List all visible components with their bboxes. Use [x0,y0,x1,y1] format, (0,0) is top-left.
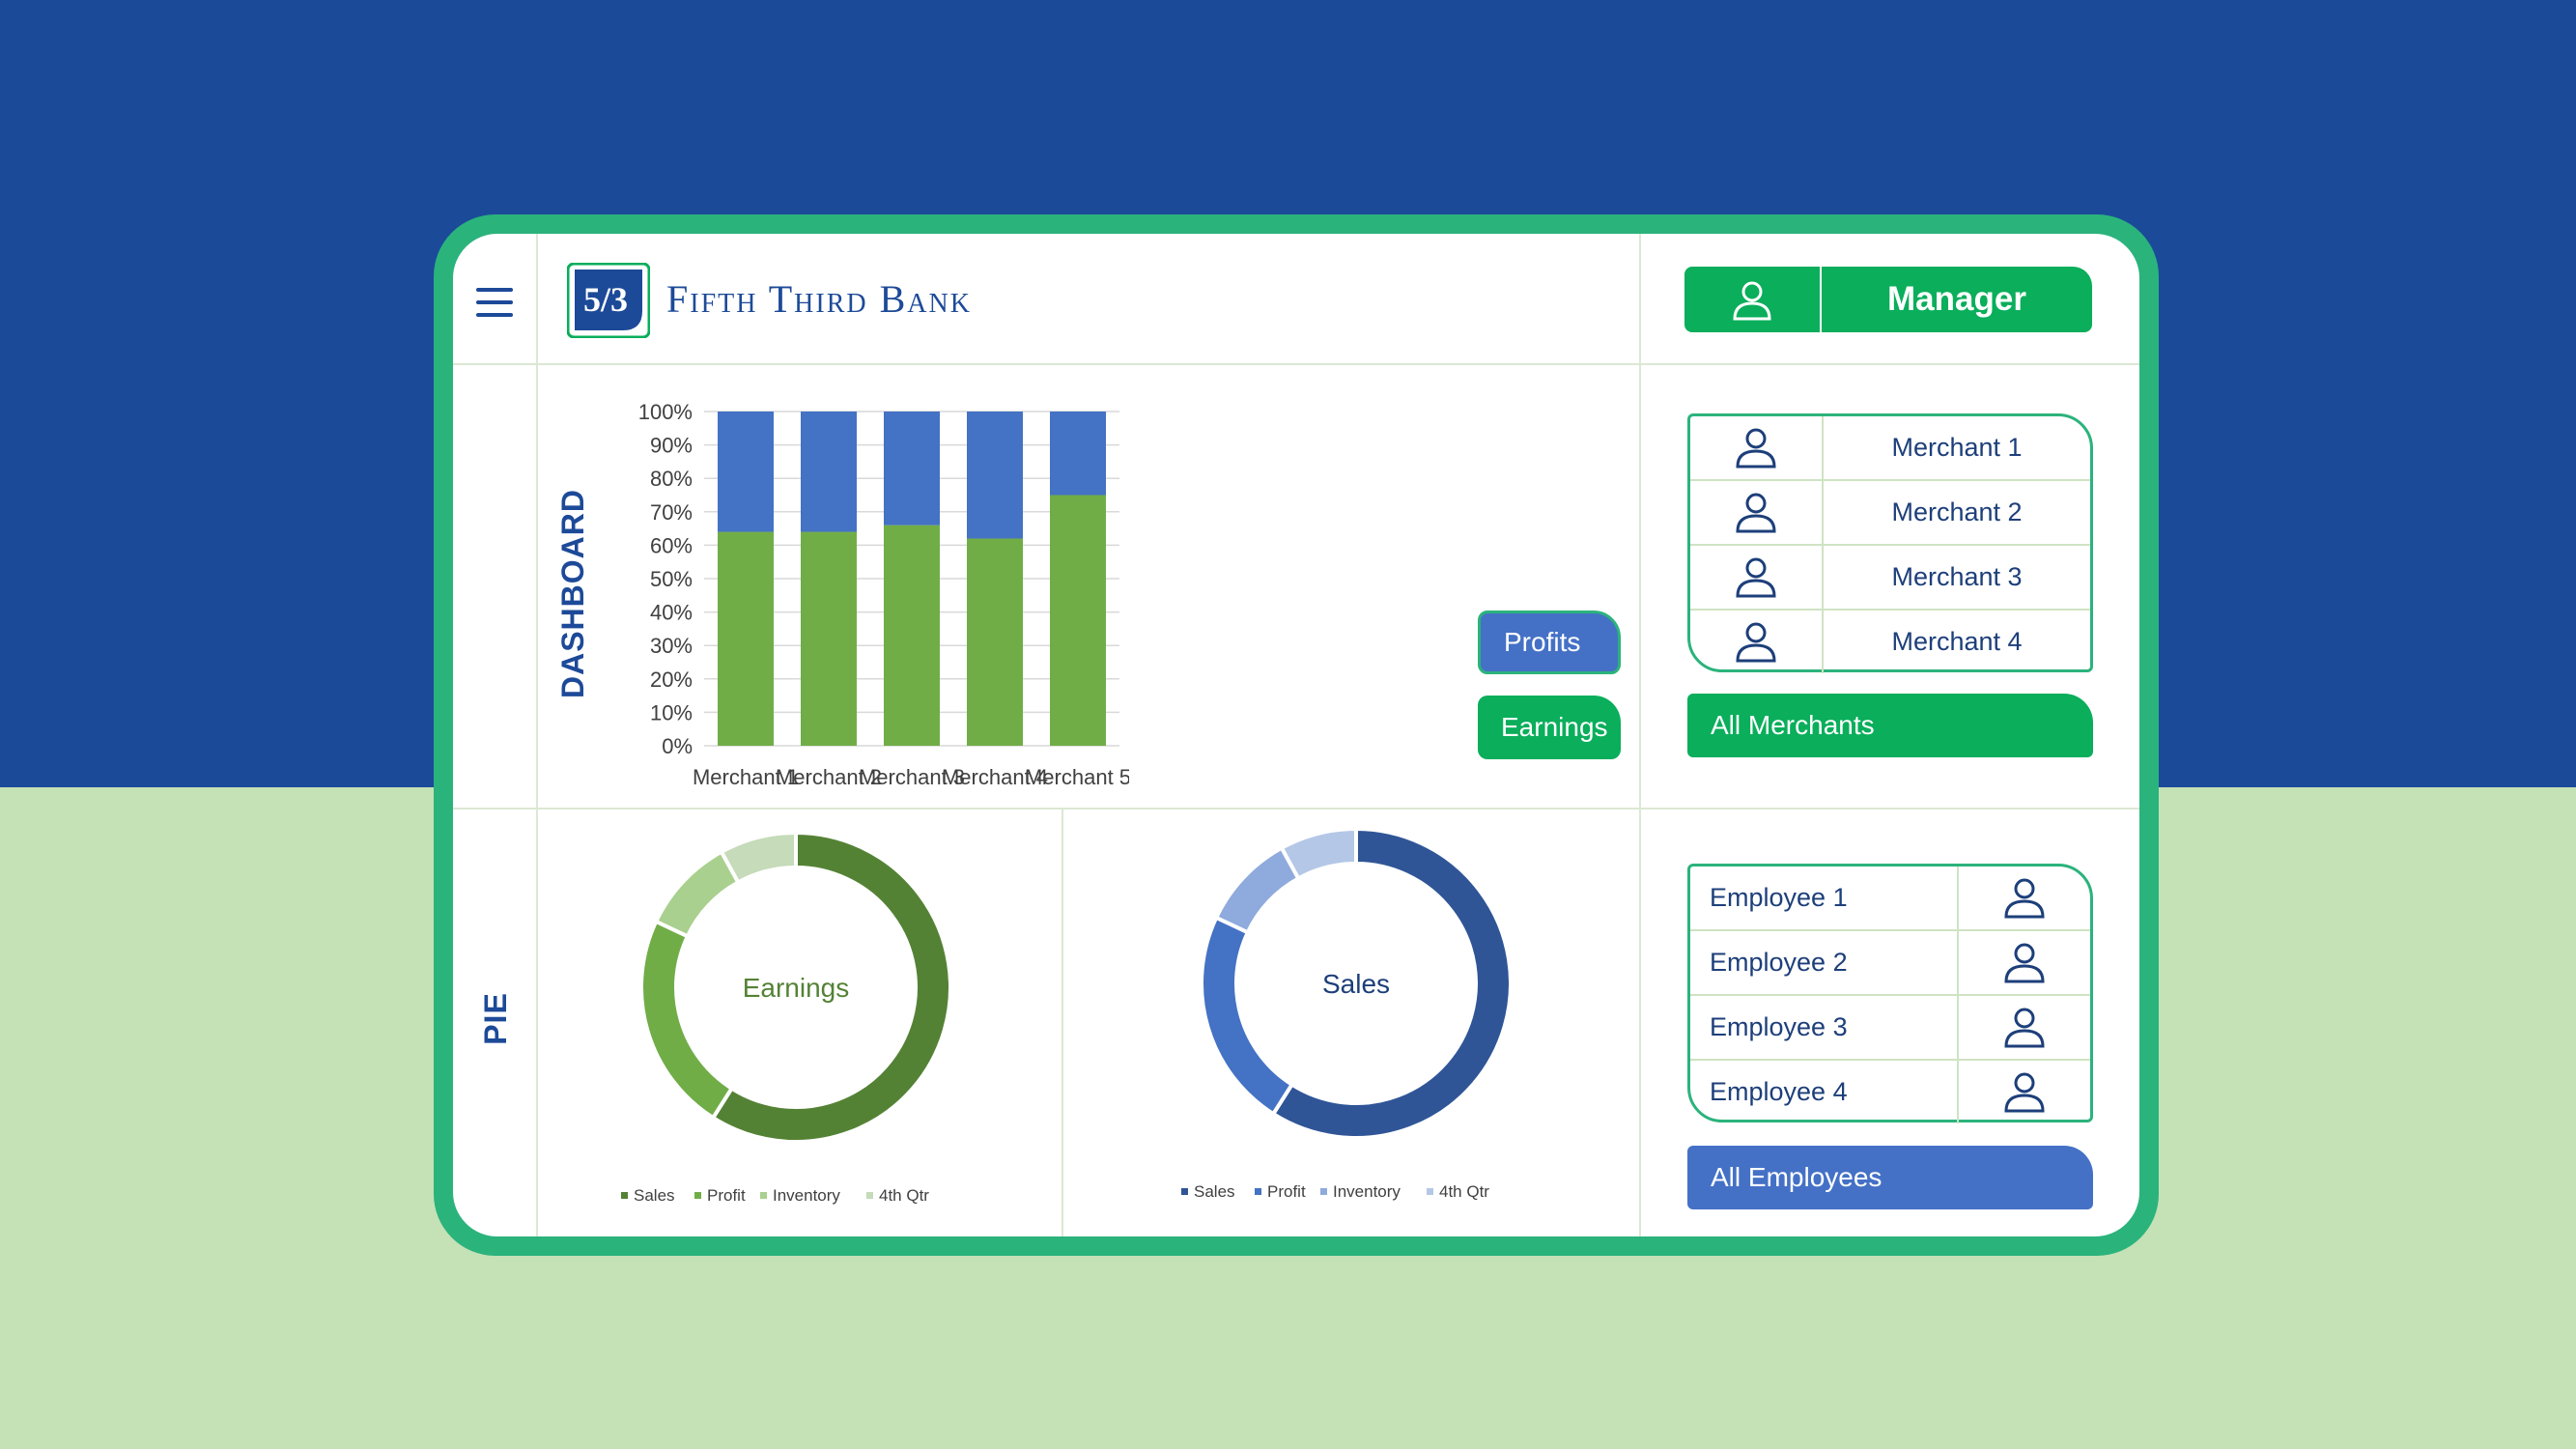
legend-label: Sales [1194,1182,1235,1201]
stacked-bar-chart: 0% 10% 20% 30% 40% 50% 60% 70% 80% 90% 100% Merchan… [638,400,1129,789]
legend-label: 4th Qtr [1439,1182,1489,1201]
legend-swatch [1181,1188,1188,1195]
logo-text: 5/3 [583,280,628,319]
dashboard-card: 5/3 Fifth Third Bank Manager DASHBOARD P… [453,234,2139,1236]
employee-row-3[interactable]: Employee 3 [1690,996,2090,1061]
divider-sidebar [536,234,538,1236]
y-tick-label: 60% [650,533,693,557]
all-merchants-button[interactable]: All Merchants [1687,694,2093,757]
hamburger-icon[interactable] [476,288,513,317]
earnings-donut-chart: Earnings Sales Profit Inventory 4th Qtr [621,833,952,1205]
merchant-row-1[interactable]: Merchant 1 [1690,416,2090,481]
bar-segment [718,531,774,746]
brand-name: Fifth Third Bank [666,277,972,321]
divider-right-panel [1639,234,1641,1236]
all-employees-button[interactable]: All Employees [1687,1146,2093,1209]
user-icon [1684,267,1822,332]
dashboard-label: DASHBOARD [555,489,590,698]
bar-segment [884,525,940,746]
divider-pies [1062,808,1063,1236]
merchant-label: Merchant 1 [1891,433,2023,462]
donut-center-label: Sales [1322,969,1390,999]
y-tick-label: 90% [650,434,693,458]
bar-segment [1050,412,1106,496]
donut-slice [1213,845,1301,935]
y-tick-label: 0% [662,734,693,758]
earnings-button[interactable]: Earnings [1478,696,1621,759]
y-tick-label: 50% [650,567,693,591]
legend-swatch [694,1192,701,1199]
employee-label: Employee 3 [1710,1012,1848,1041]
merchant-row-2[interactable]: Merchant 2 [1690,481,2090,546]
profits-button[interactable]: Profits [1478,611,1621,674]
y-tick-label: 20% [650,668,693,692]
employee-label: Employee 4 [1710,1077,1848,1106]
donut-slice [653,849,741,939]
donut-slice [639,919,735,1121]
bar-segment [718,412,774,532]
bar-segment [967,538,1023,746]
pie-label: PIE [477,992,513,1045]
legend-label: Inventory [773,1186,840,1205]
user-icon [1957,1061,2090,1123]
merchant-label: Merchant 2 [1891,497,2023,526]
legend-label: Inventory [1333,1182,1401,1201]
y-tick-label: 100% [638,400,693,424]
manager-button[interactable]: Manager [1684,267,2092,332]
employee-list: Employee 1 Employee 2 Employee 3 Employe… [1687,864,2093,1123]
user-icon [1690,416,1824,479]
user-icon [1957,996,2090,1059]
employee-row-2[interactable]: Employee 2 [1690,931,2090,996]
legend-label: Profit [1267,1182,1306,1201]
manager-label: Manager [1887,280,2026,318]
x-tick-label: Merchant 5 [1025,765,1129,789]
legend-swatch [1320,1188,1327,1195]
merchant-row-3[interactable]: Merchant 3 [1690,546,2090,611]
donut-slice [719,833,798,886]
employee-row-4[interactable]: Employee 4 [1690,1061,2090,1123]
bar-segment [801,531,857,746]
employee-label: Employee 1 [1710,883,1848,912]
user-icon [1690,481,1824,544]
legend-label: Sales [634,1186,675,1205]
employee-row-1[interactable]: Employee 1 [1690,867,2090,931]
bar-segment [1050,495,1106,746]
sales-donut-chart: Sales Sales Profit Inventory 4th Qtr [1181,829,1513,1201]
legend-swatch [866,1192,873,1199]
donut-slice [1279,829,1358,882]
y-tick-label: 40% [650,601,693,625]
y-tick-label: 80% [650,467,693,491]
user-icon [1957,931,2090,994]
bar-segment [884,412,940,526]
merchant-label: Merchant 3 [1891,562,2023,591]
dashboard-frame: 5/3 Fifth Third Bank Manager DASHBOARD P… [434,214,2159,1256]
legend-swatch [1255,1188,1261,1195]
user-icon [1690,611,1824,673]
legend-label: 4th Qtr [879,1186,929,1205]
y-tick-label: 70% [650,500,693,525]
merchant-list: Merchant 1 Merchant 2 Merchant 3 Merchan… [1687,413,2093,673]
legend-swatch [1427,1188,1433,1195]
merchant-label: Merchant 4 [1891,627,2023,656]
donut-slice [1200,915,1295,1117]
merchant-row-4[interactable]: Merchant 4 [1690,611,2090,673]
y-tick-label: 30% [650,634,693,658]
donut-center-label: Earnings [743,973,850,1003]
legend-swatch [621,1192,628,1199]
user-icon [1690,546,1824,609]
employee-label: Employee 2 [1710,948,1848,977]
y-tick-label: 10% [650,700,693,724]
bar-segment [967,412,1023,539]
divider-header [453,363,2139,365]
bar-segment [801,412,857,532]
user-icon [1957,867,2090,929]
legend-label: Profit [707,1186,746,1205]
legend-swatch [760,1192,767,1199]
fifth-third-logo: 5/3 [567,263,650,338]
